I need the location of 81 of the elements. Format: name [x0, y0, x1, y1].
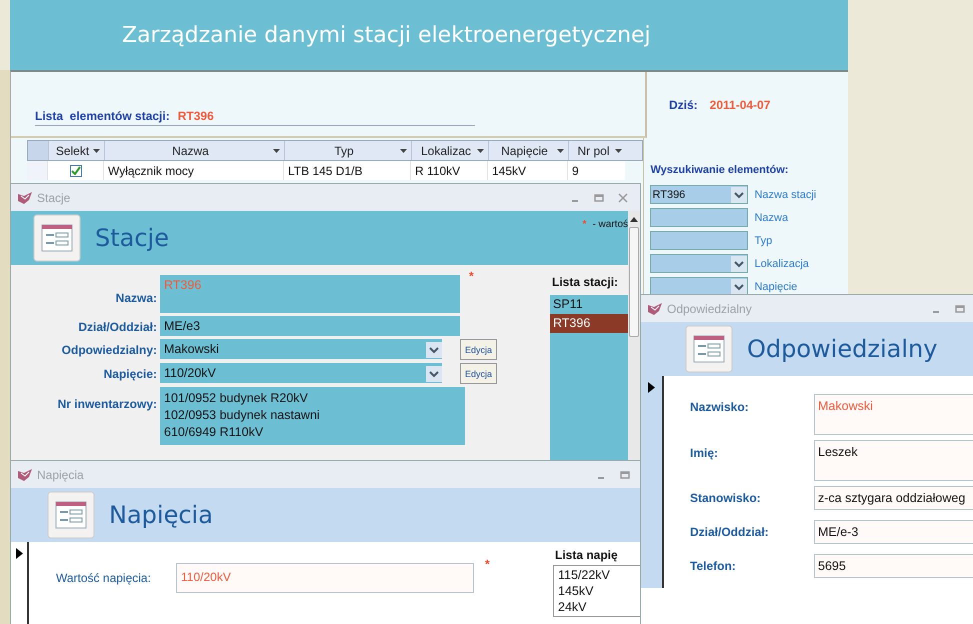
- chevron-icon: [426, 366, 442, 382]
- field-label: Dział/Oddział:: [689, 524, 770, 539]
- input-field[interactable]: ME/e3: [160, 316, 460, 336]
- window-title: Napięcia: [37, 468, 84, 482]
- form-heading: Napięcia: [109, 501, 213, 529]
- list-label: Lista elementów stacji:: [35, 109, 170, 123]
- app-icon: [17, 190, 33, 204]
- field-label: Dział/Oddział:: [77, 319, 157, 334]
- window-title: Odpowiedzialny: [667, 302, 752, 316]
- chevron-icon: [731, 278, 748, 294]
- search-label: Nazwa: [754, 212, 788, 224]
- table-cell: LTB 145 D1/B: [283, 161, 410, 180]
- search-label: Typ: [754, 234, 772, 246]
- station-list[interactable]: SP11 RT396: [550, 295, 628, 460]
- today-label: Dziś:: [669, 98, 698, 112]
- edit-button[interactable]: Edycja: [460, 339, 498, 360]
- table-cell: 9: [567, 161, 625, 180]
- list-item[interactable]: SP11: [550, 295, 628, 314]
- scroll-thumb[interactable]: [629, 227, 639, 337]
- form-heading: Stacje: [95, 224, 169, 252]
- field-label: Imię:: [689, 445, 720, 460]
- current-record-icon: [648, 382, 655, 393]
- chevron-icon: [426, 342, 442, 358]
- field-label: Nazwa:: [114, 290, 157, 305]
- close-icon[interactable]: [618, 192, 628, 202]
- form-icon: [685, 325, 733, 373]
- field-label: Napięcie:: [102, 366, 157, 381]
- maximize-icon[interactable]: [620, 470, 630, 480]
- scrollbar[interactable]: [628, 211, 640, 460]
- table-cell: 145kV: [487, 161, 567, 180]
- required-mark: *: [485, 557, 490, 571]
- list-item[interactable]: 145kV: [558, 583, 638, 599]
- required-mark: *: [469, 269, 474, 283]
- input-field[interactable]: ME/e-3: [814, 520, 973, 544]
- search-label: Lokalizacja: [754, 258, 809, 270]
- field-label: Nr inwentarzowy:: [56, 396, 157, 411]
- record-selector[interactable]: [641, 376, 664, 588]
- app-icon: [647, 302, 663, 316]
- field-label: Odpowiedzialny:: [60, 342, 157, 357]
- form-heading: Odpowiedzialny: [747, 335, 938, 363]
- search-title: Wyszukiwanie elementów:: [650, 164, 790, 176]
- input-field[interactable]: 5695: [814, 554, 973, 578]
- app-title: Zarządzanie danymi stacji elektroenergetycznej: [122, 22, 651, 48]
- window-title: Stacje: [37, 190, 70, 204]
- checkbox[interactable]: [70, 164, 82, 176]
- search-combo[interactable]: RT396: [650, 185, 748, 204]
- field-label: Stanowisko:: [689, 490, 762, 505]
- search-label: Napięcie: [754, 280, 798, 292]
- table-cell: Wyłącznik mocy: [103, 161, 283, 180]
- scroll-up-icon[interactable]: [629, 215, 639, 223]
- text-area[interactable]: 101/0952 budynek R20kV 102/0953 budynek nastawni 610/6949 R110kV: [160, 387, 465, 445]
- field-label: Nazwisko:: [689, 399, 750, 414]
- legend-text: - wartoś: [592, 219, 628, 230]
- search-field[interactable]: [650, 231, 748, 250]
- chevron-icon: [731, 186, 748, 202]
- chevron-icon: [731, 256, 748, 272]
- search-combo[interactable]: [650, 254, 748, 273]
- today-date: 2011-04-07: [710, 98, 770, 112]
- form-icon: [47, 491, 95, 539]
- input-field[interactable]: z-ca sztygara oddziałoweg: [814, 486, 973, 510]
- list-item[interactable]: RT396: [550, 314, 628, 333]
- maximize-icon[interactable]: [594, 192, 604, 202]
- form-icon: [33, 214, 81, 262]
- station-value: RT396: [178, 109, 214, 123]
- input-field[interactable]: Leszek: [814, 440, 973, 481]
- table-cell: R 110kV: [410, 161, 487, 180]
- list-title: Lista stacji:: [551, 275, 620, 291]
- combo-box[interactable]: 110/20kV: [160, 363, 442, 383]
- current-record-icon: [16, 548, 22, 559]
- required-mark: *: [582, 219, 586, 230]
- combo-box[interactable]: Makowski: [160, 339, 442, 359]
- app-icon: [17, 468, 33, 482]
- field-label: Telefon:: [689, 558, 737, 573]
- edit-button[interactable]: Edycja: [460, 363, 498, 384]
- list-title: Lista napię: [554, 548, 619, 564]
- list-item[interactable]: 115/22kV: [558, 567, 638, 583]
- search-label: Nazwa stacji: [754, 188, 816, 200]
- list-item[interactable]: 24kV: [558, 599, 638, 615]
- field-label: Wartość napięcia:: [56, 571, 152, 585]
- search-field[interactable]: [650, 208, 748, 227]
- maximize-icon[interactable]: [955, 304, 965, 314]
